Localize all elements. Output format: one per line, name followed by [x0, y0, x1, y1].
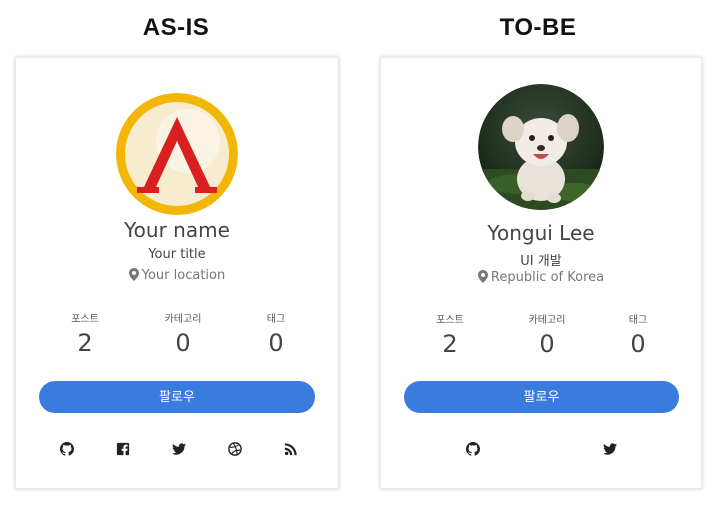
- github-icon[interactable]: [59, 441, 75, 457]
- profile-name: Yongui Lee: [487, 221, 595, 245]
- rss-icon[interactable]: [283, 441, 299, 457]
- twitter-icon[interactable]: [602, 441, 618, 457]
- stat-categories[interactable]: 카테고리 0: [507, 311, 587, 358]
- github-icon[interactable]: [465, 441, 481, 457]
- avatar-photo[interactable]: [478, 84, 604, 210]
- stat-posts[interactable]: 포스트 2: [410, 311, 490, 358]
- follow-button[interactable]: 팔로우: [39, 381, 315, 413]
- stat-tags[interactable]: 태그 0: [236, 310, 316, 357]
- dog-photo-image: [478, 84, 604, 210]
- location-text: Republic of Korea: [490, 270, 605, 285]
- profile-title: UI 개발: [520, 254, 562, 269]
- stat-label: 태그: [628, 315, 648, 326]
- profile-location: Your location: [16, 268, 338, 285]
- stat-label: 태그: [266, 314, 286, 325]
- stat-categories[interactable]: 카테고리 0: [143, 310, 223, 357]
- stat-tags[interactable]: 태그 0: [598, 311, 678, 358]
- map-pin-icon: [128, 268, 139, 285]
- dribbble-icon[interactable]: [227, 441, 243, 457]
- facebook-icon[interactable]: [115, 441, 131, 457]
- profile-card-as-is: Your name Your title Your location 포스트 2…: [15, 57, 339, 489]
- map-pin-icon: [477, 270, 488, 287]
- stat-label: 포스트: [436, 315, 464, 326]
- profile-title: Your title: [148, 247, 206, 262]
- profile-card-to-be: Yongui Lee UI 개발 Republic of Korea 포스트 2…: [380, 57, 702, 489]
- stats-row: 포스트 2 카테고리 0 태그 0: [381, 311, 701, 361]
- profile-name: Your name: [124, 218, 230, 242]
- avatar-logo[interactable]: [116, 93, 238, 215]
- stats-row: 포스트 2 카테고리 0 태그 0: [16, 310, 338, 360]
- stat-value: 2: [77, 329, 93, 357]
- stat-label: 포스트: [71, 314, 99, 325]
- stat-value: 0: [268, 329, 284, 357]
- follow-button[interactable]: 팔로우: [404, 381, 679, 413]
- stat-posts[interactable]: 포스트 2: [45, 310, 125, 357]
- stat-label: 카테고리: [528, 315, 566, 326]
- as-is-heading: AS-IS: [142, 14, 210, 41]
- stat-value: 0: [539, 330, 555, 358]
- stat-label: 카테고리: [164, 314, 202, 325]
- stat-value: 0: [630, 330, 646, 358]
- logo-icon: [116, 93, 238, 215]
- twitter-icon[interactable]: [171, 441, 187, 457]
- profile-location: Republic of Korea: [381, 270, 701, 287]
- to-be-heading: TO-BE: [499, 14, 577, 41]
- location-text: Your location: [141, 268, 226, 283]
- stat-value: 2: [442, 330, 458, 358]
- stat-value: 0: [175, 329, 191, 357]
